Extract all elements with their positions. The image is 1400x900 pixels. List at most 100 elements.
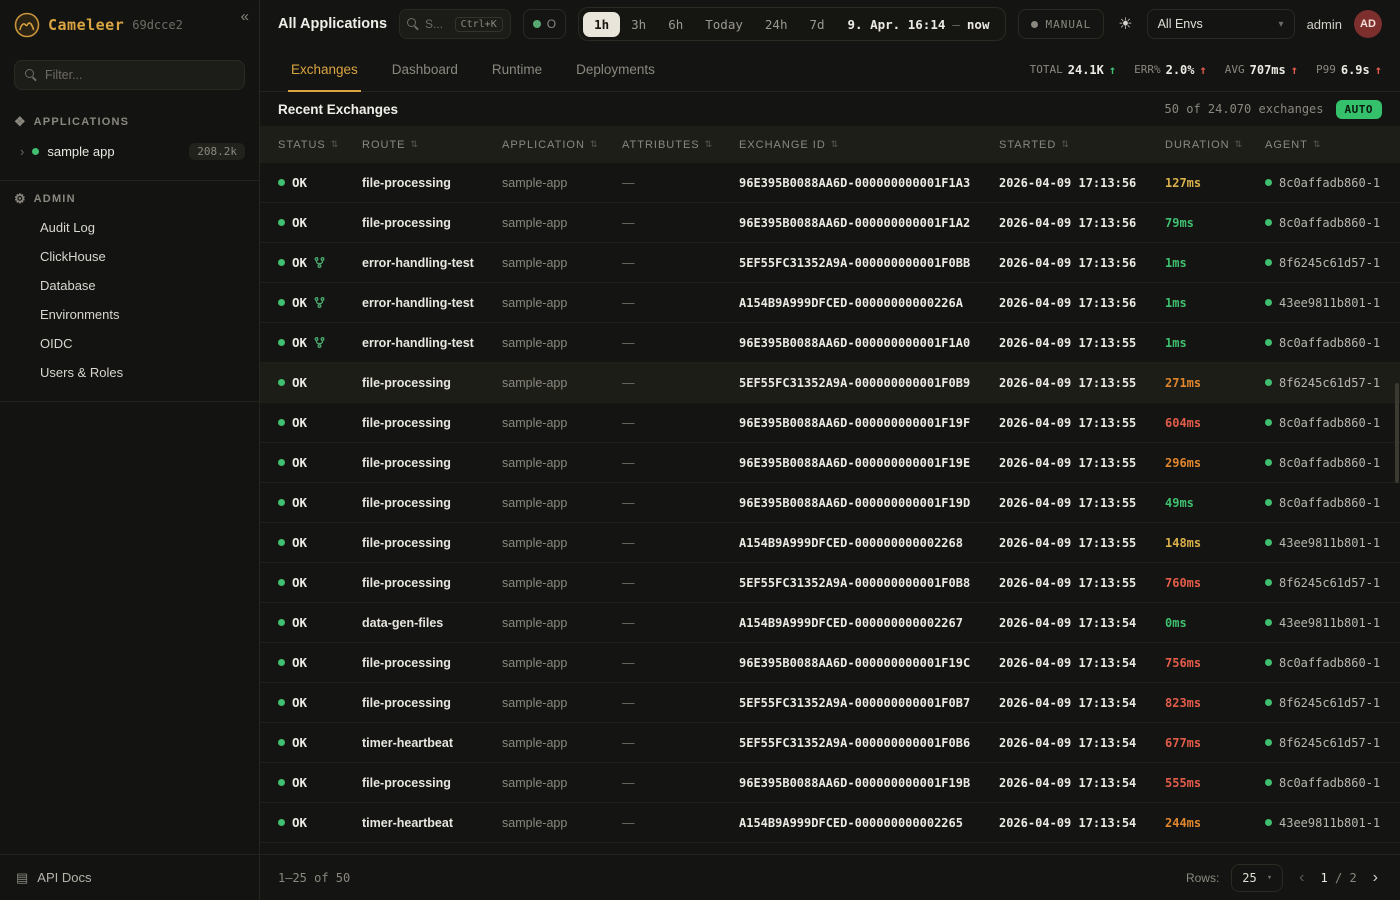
agent-cell: 8c0affadb860-1: [1265, 416, 1382, 430]
table-row[interactable]: OK file-processing sample-app — 96E395B0…: [260, 443, 1400, 483]
trend-arrow-icon: ↑: [1375, 63, 1382, 77]
global-search-input[interactable]: S... Ctrl+K: [399, 9, 511, 39]
exchange-id-cell: A154B9A999DFCED-000000000002268: [739, 536, 999, 550]
avatar[interactable]: AD: [1354, 10, 1382, 38]
api-docs-link[interactable]: ▤ API Docs: [0, 854, 259, 900]
table-row[interactable]: OK file-processing sample-app — 5EF55FC3…: [260, 563, 1400, 603]
only-errors-toggle[interactable]: O: [523, 9, 566, 39]
route-cell: data-gen-files: [362, 616, 502, 630]
username-label: admin: [1307, 17, 1342, 32]
time-range-24h[interactable]: 24h: [754, 12, 799, 37]
sidebar-filter-input[interactable]: [45, 68, 234, 82]
column-header-route[interactable]: ROUTE⇅: [362, 139, 502, 151]
table-row[interactable]: OK file-processing sample-app — 96E395B0…: [260, 763, 1400, 803]
table-row[interactable]: OK file-processing sample-app — A154B9A9…: [260, 523, 1400, 563]
theme-toggle-button[interactable]: ☀: [1116, 14, 1134, 34]
date-range-display[interactable]: 9. Apr. 16:14 — now: [836, 17, 1002, 32]
status-ok-dot: [278, 339, 285, 346]
agent-id: 8c0affadb860-1: [1279, 416, 1380, 430]
column-header-application[interactable]: APPLICATION⇅: [502, 139, 622, 151]
errors-toggle-label: O: [547, 17, 556, 31]
prev-page-button[interactable]: ‹: [1295, 869, 1308, 887]
status-cell: OK: [278, 695, 362, 710]
exchange-id-cell: 96E395B0088AA6D-000000000001F1A0: [739, 336, 999, 350]
collapse-sidebar-button[interactable]: «: [241, 8, 249, 25]
column-header-attributes[interactable]: ATTRIBUTES⇅: [622, 139, 739, 151]
exchange-id-cell: 96E395B0088AA6D-000000000001F19F: [739, 416, 999, 430]
status-ok-dot: [278, 739, 285, 746]
status-cell: OK: [278, 375, 362, 390]
status-cell: OK: [278, 655, 362, 670]
application-cell: sample-app: [502, 736, 622, 750]
agent-cell: 8f6245c61d57-1: [1265, 256, 1382, 270]
status-label: OK: [292, 655, 307, 670]
agent-status-dot: [1265, 619, 1272, 626]
column-header-started[interactable]: STARTED⇅: [999, 139, 1165, 151]
agent-id: 8f6245c61d57-1: [1279, 576, 1380, 590]
manual-refresh-button[interactable]: MANUAL: [1018, 9, 1104, 39]
sidebar-item-environments[interactable]: Environments: [0, 300, 259, 329]
agent-cell: 8f6245c61d57-1: [1265, 736, 1382, 750]
started-cell: 2026-04-09 17:13:55: [999, 416, 1165, 430]
auto-refresh-badge[interactable]: AUTO: [1336, 100, 1383, 119]
expand-chevron-icon[interactable]: ›: [20, 144, 24, 159]
table-row[interactable]: OK file-processing sample-app — 96E395B0…: [260, 403, 1400, 443]
sidebar-item-database[interactable]: Database: [0, 271, 259, 300]
application-cell: sample-app: [502, 816, 622, 830]
sidebar-item-oidc[interactable]: OIDC: [0, 329, 259, 358]
agent-id: 8c0affadb860-1: [1279, 176, 1380, 190]
table-row[interactable]: OK file-processing sample-app — 96E395B0…: [260, 483, 1400, 523]
fork-icon: [314, 297, 325, 308]
time-range-6h[interactable]: 6h: [657, 12, 694, 37]
scrollbar-thumb[interactable]: [1395, 383, 1399, 483]
stat-avg: AVG707ms↑: [1225, 63, 1298, 77]
column-header-agent[interactable]: AGENT⇅: [1265, 139, 1382, 151]
status-ok-dot: [278, 459, 285, 466]
time-range-today[interactable]: Today: [694, 12, 754, 37]
tab-exchanges[interactable]: Exchanges: [278, 48, 371, 91]
agent-status-dot: [1265, 379, 1272, 386]
tab-runtime[interactable]: Runtime: [479, 48, 555, 91]
column-header-status[interactable]: STATUS⇅: [278, 139, 362, 151]
time-range-1h[interactable]: 1h: [583, 12, 620, 37]
trend-arrow-icon: ↑: [1109, 63, 1116, 77]
status-label: OK: [292, 775, 307, 790]
exchange-id-cell: 96E395B0088AA6D-000000000001F1A2: [739, 216, 999, 230]
status-cell: OK: [278, 815, 362, 830]
table-row[interactable]: OK timer-heartbeat sample-app — 5EF55FC3…: [260, 723, 1400, 763]
table-row[interactable]: OK file-processing sample-app — 96E395B0…: [260, 203, 1400, 243]
tab-deployments[interactable]: Deployments: [563, 48, 668, 91]
table-row[interactable]: OK file-processing sample-app — 96E395B0…: [260, 643, 1400, 683]
time-range-3h[interactable]: 3h: [620, 12, 657, 37]
table-row[interactable]: OK error-handling-test sample-app — 96E3…: [260, 323, 1400, 363]
agent-status-dot: [1265, 579, 1272, 586]
rows-per-page-select[interactable]: 25 ▾: [1231, 864, 1283, 892]
table-row[interactable]: OK file-processing sample-app — 5EF55FC3…: [260, 683, 1400, 723]
api-docs-label: API Docs: [37, 870, 91, 885]
sidebar-item-users-roles[interactable]: Users & Roles: [0, 358, 259, 387]
table-row[interactable]: OK error-handling-test sample-app — 5EF5…: [260, 243, 1400, 283]
sidebar-item-clickhouse[interactable]: ClickHouse: [0, 242, 259, 271]
started-cell: 2026-04-09 17:13:55: [999, 336, 1165, 350]
next-page-button[interactable]: ›: [1369, 869, 1382, 887]
exchange-id-cell: 5EF55FC31352A9A-000000000001F0B8: [739, 576, 999, 590]
sidebar-item-sample-app[interactable]: › sample app 208.2k: [0, 136, 259, 166]
table-row[interactable]: OK error-handling-test sample-app — A154…: [260, 283, 1400, 323]
sidebar-filter[interactable]: [14, 60, 245, 90]
duration-cell: 823ms: [1165, 696, 1265, 710]
environment-select[interactable]: All Envs ▾: [1147, 9, 1295, 39]
table-row[interactable]: OK file-processing sample-app — 5EF55FC3…: [260, 363, 1400, 403]
sidebar-item-audit-log[interactable]: Audit Log: [0, 213, 259, 242]
table-row[interactable]: OK timer-heartbeat sample-app — A154B9A9…: [260, 803, 1400, 843]
column-header-duration[interactable]: DURATION⇅: [1165, 139, 1265, 151]
status-label: OK: [292, 375, 307, 390]
cameleer-logo-icon: [14, 12, 40, 38]
table-row[interactable]: OK file-processing sample-app — 96E395B0…: [260, 163, 1400, 203]
time-range-7d[interactable]: 7d: [798, 12, 835, 37]
agent-cell: 8c0affadb860-1: [1265, 216, 1382, 230]
tab-dashboard[interactable]: Dashboard: [379, 48, 471, 91]
time-range-control: 1h3h6hToday24h7d 9. Apr. 16:14 — now: [578, 7, 1006, 41]
table-row[interactable]: OK data-gen-files sample-app — A154B9A99…: [260, 603, 1400, 643]
column-header-exchange-id[interactable]: EXCHANGE ID⇅: [739, 139, 999, 151]
sort-icon: ⇅: [705, 139, 714, 150]
